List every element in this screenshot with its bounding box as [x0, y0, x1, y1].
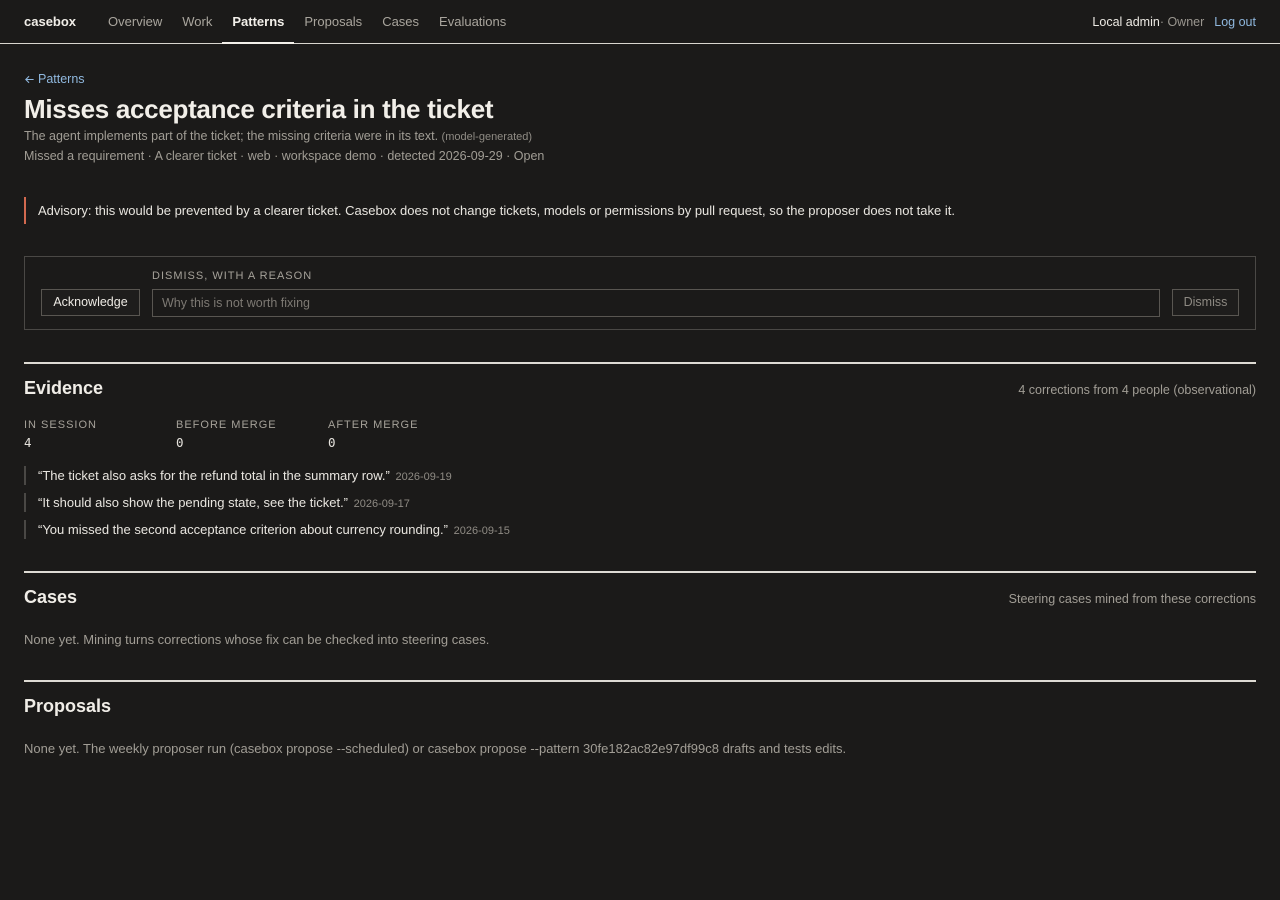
evidence-header: Evidence 4 corrections from 4 people (ob…: [24, 378, 1256, 399]
quote-date: 2026-09-15: [453, 524, 510, 537]
back-link-label: Patterns: [38, 72, 85, 86]
quote-text: “It should also show the pending state, …: [38, 494, 349, 510]
proposals-title: Proposals: [24, 695, 112, 716]
correction-quote: “The ticket also asks for the refund tot…: [24, 465, 1256, 485]
correction-quote: “You missed the second acceptance criter…: [24, 519, 1256, 539]
stat-label: After merge: [328, 418, 419, 431]
evidence-section: Evidence 4 corrections from 4 people (ob…: [24, 361, 1256, 539]
acknowledge-button[interactable]: Acknowledge: [41, 288, 140, 316]
cases-empty-state: None yet. Mining turns corrections whose…: [24, 631, 490, 647]
pattern-summary: The agent implements part of the ticket;…: [24, 129, 1256, 143]
user-role: · Owner: [1159, 14, 1205, 29]
brand-logo[interactable]: casebox: [24, 0, 76, 43]
cases-section: Cases Steering cases mined from these co…: [24, 570, 1256, 647]
quote-date: 2026-09-17: [353, 497, 410, 510]
current-user: Local admin: [1092, 14, 1160, 29]
proposals-section: Proposals None yet. The weekly proposer …: [24, 679, 1256, 756]
correction-quotes: “The ticket also asks for the refund tot…: [24, 465, 1256, 539]
nav-overview[interactable]: Overview: [98, 0, 172, 44]
arrow-left-icon: [25, 75, 34, 83]
cases-note: Steering cases mined from these correcti…: [1008, 591, 1256, 606]
logout-link[interactable]: Log out: [1214, 15, 1256, 29]
summary-text: The agent implements part of the ticket;…: [24, 128, 439, 143]
stat-after-merge: After merge 0: [328, 419, 480, 450]
model-generated-tag: (model-generated): [441, 130, 533, 143]
quote-text: “You missed the second acceptance criter…: [38, 521, 448, 537]
dismiss-button[interactable]: Dismiss: [1172, 288, 1239, 316]
evidence-stats: In session 4 Before merge 0 After merge …: [24, 419, 1256, 450]
back-to-patterns-link[interactable]: Patterns: [24, 72, 85, 86]
nav-proposals[interactable]: Proposals: [294, 0, 372, 44]
stat-value: 0: [328, 434, 336, 450]
cases-header: Cases Steering cases mined from these co…: [24, 587, 1256, 608]
nav-patterns[interactable]: Patterns: [222, 0, 295, 44]
page-title: Misses acceptance criteria in the ticket: [24, 93, 494, 124]
stat-label: Before merge: [176, 418, 277, 431]
cases-title: Cases: [24, 586, 78, 607]
account-area: Local admin · Owner Log out: [1092, 0, 1256, 43]
correction-quote: “It should also show the pending state, …: [24, 492, 1256, 512]
nav-work[interactable]: Work: [172, 0, 222, 44]
nav-evaluations[interactable]: Evaluations: [429, 0, 516, 44]
top-nav-bar: casebox Overview Work Patterns Proposals…: [0, 0, 1280, 44]
stat-in-session: In session 4: [24, 419, 176, 450]
triage-actions: Acknowledge Dismiss, with a reason Dismi…: [24, 255, 1256, 330]
evidence-note: 4 corrections from 4 people (observation…: [1018, 382, 1256, 397]
stat-before-merge: Before merge 0: [176, 419, 328, 450]
advisory-callout: Advisory: this would be prevented by a c…: [24, 196, 1256, 224]
stat-label: In session: [24, 418, 97, 431]
stat-value: 4: [24, 434, 32, 450]
quote-date: 2026-09-19: [395, 470, 452, 483]
proposals-header: Proposals: [24, 696, 1256, 717]
dismiss-reason-input[interactable]: [152, 288, 1160, 317]
pattern-meta: Missed a requirement · A clearer ticket …: [24, 148, 545, 163]
pattern-detail: Patterns Misses acceptance criteria in t…: [0, 44, 1280, 756]
dismiss-reason-label: Dismiss, with a reason: [152, 269, 313, 282]
main-nav: Overview Work Patterns Proposals Cases E…: [98, 0, 516, 44]
evidence-title: Evidence: [24, 377, 104, 398]
quote-text: “The ticket also asks for the refund tot…: [38, 467, 390, 483]
stat-value: 0: [176, 434, 184, 450]
proposals-empty-state: None yet. The weekly proposer run (caseb…: [24, 740, 847, 756]
nav-cases[interactable]: Cases: [372, 0, 429, 44]
